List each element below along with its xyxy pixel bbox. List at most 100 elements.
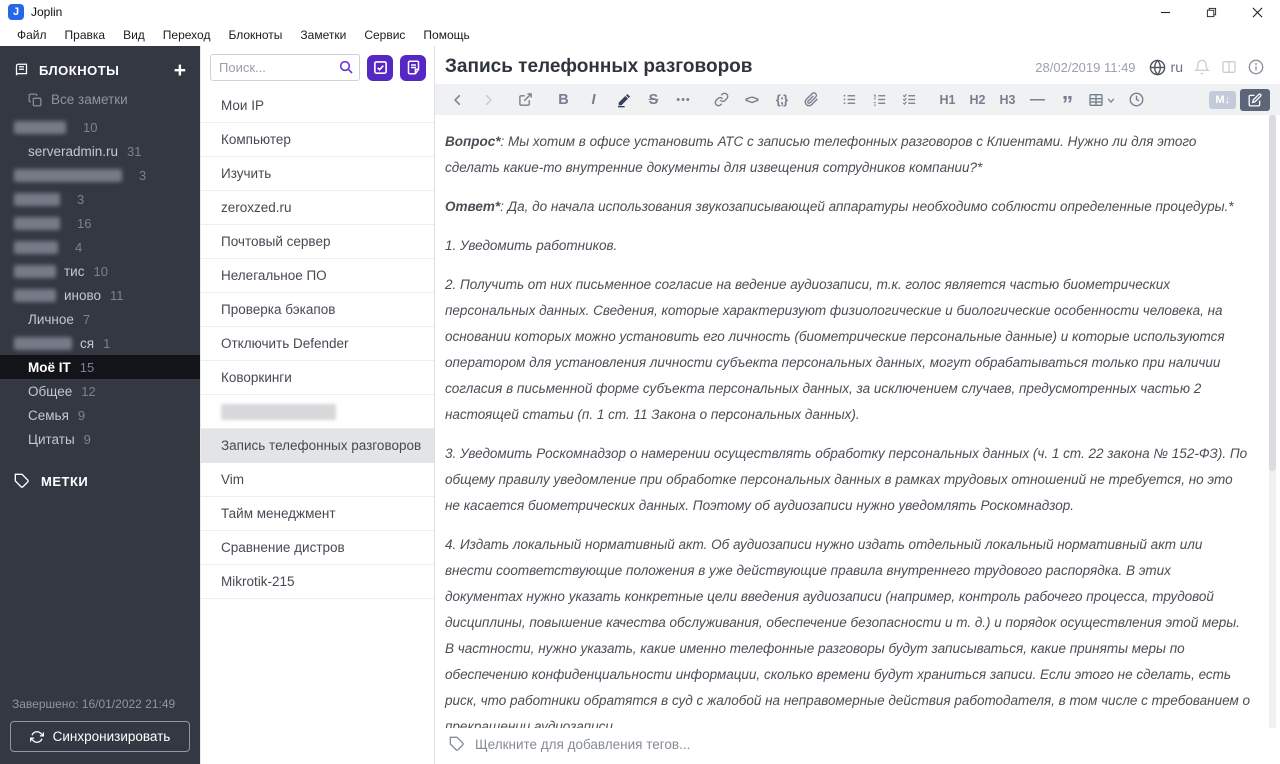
editor-scrollbar-thumb[interactable] xyxy=(1269,115,1276,471)
layout-columns-button[interactable] xyxy=(1221,59,1237,75)
more-formats-button[interactable]: ••• xyxy=(671,87,696,113)
note-list-item[interactable]: Изучить xyxy=(201,157,434,191)
note-list-item[interactable]: Тайм менеджмент xyxy=(201,497,434,531)
sidebar-notebook-item[interactable]: serveradmin.ru 31 xyxy=(0,139,200,163)
insert-table-button[interactable] xyxy=(1085,87,1119,113)
notebook-label: ся xyxy=(80,335,95,351)
sidebar-notebook-item[interactable]: тис 10 xyxy=(0,259,200,283)
notebook-count: 9 xyxy=(77,407,86,423)
note-list-item[interactable]: Запись телефонных разговоров xyxy=(201,429,434,463)
insert-datetime-button[interactable] xyxy=(1124,87,1149,113)
paperclip-icon xyxy=(804,92,818,107)
notebook-count: 16 xyxy=(77,215,92,231)
menu-item[interactable]: Правка xyxy=(56,25,115,45)
note-paragraph: 4. Издать локальный нормативный акт. Об … xyxy=(445,532,1250,728)
back-button[interactable] xyxy=(445,87,470,113)
italic-button[interactable]: I xyxy=(581,87,606,113)
all-notes-label: Все заметки xyxy=(51,92,128,107)
bold-button[interactable]: B xyxy=(551,87,576,113)
inline-code-button[interactable]: <> xyxy=(739,87,764,113)
checkbox-list-button[interactable] xyxy=(897,87,922,113)
hyperlink-button[interactable] xyxy=(709,87,734,113)
notebook-count: 9 xyxy=(83,431,91,447)
redacted-label xyxy=(14,120,66,134)
external-edit-button[interactable] xyxy=(513,87,538,113)
sync-icon xyxy=(29,730,44,743)
notebook-label: serveradmin.ru xyxy=(28,143,119,159)
paragraph-lead: Ответ* xyxy=(445,199,501,214)
menu-item[interactable]: Вид xyxy=(114,25,154,45)
sidebar-notebook-item[interactable]: 4 xyxy=(0,235,200,259)
blockquote-button[interactable]: ” xyxy=(1055,87,1080,116)
redacted-label xyxy=(14,240,58,254)
redacted-label xyxy=(14,336,72,350)
editor-scrollbar-track xyxy=(1269,115,1276,728)
horizontal-rule-button[interactable]: — xyxy=(1025,87,1050,113)
menu-item[interactable]: Помощь xyxy=(414,25,478,45)
minimize-button[interactable] xyxy=(1142,0,1188,24)
notebook-count: 10 xyxy=(93,263,108,279)
new-notebook-button[interactable]: + xyxy=(174,60,186,81)
attach-file-button[interactable] xyxy=(799,87,824,113)
strikethrough-button[interactable]: S xyxy=(641,87,666,113)
menu-item[interactable]: Сервис xyxy=(355,25,414,45)
sidebar-item-all-notes[interactable]: Все заметки xyxy=(0,86,200,113)
note-content[interactable]: Вопрос*: Мы хотим в офисе установить АТС… xyxy=(435,115,1280,728)
note-list-item[interactable]: Коворкинги xyxy=(201,361,434,395)
spellcheck-globe-button[interactable] xyxy=(1149,58,1166,76)
notebook-label: Семья xyxy=(28,407,69,423)
note-list-item[interactable]: Mikrotik-215 xyxy=(201,565,434,599)
heading3-button[interactable]: H3 xyxy=(995,87,1020,113)
sidebar-notebook-item[interactable]: 3 xyxy=(0,187,200,211)
tag-icon xyxy=(14,473,29,488)
note-list-item[interactable]: Компьютер xyxy=(201,123,434,157)
note-list-item[interactable]: Проверка бэкапов xyxy=(201,293,434,327)
heading1-button[interactable]: H1 xyxy=(935,87,960,113)
note-list-item[interactable]: Отключить Defender xyxy=(201,327,434,361)
note-list-item[interactable]: Мои IP xyxy=(201,89,434,123)
menu-item[interactable]: Заметки xyxy=(291,25,355,45)
menu-item[interactable]: Переход xyxy=(154,25,220,45)
close-button[interactable] xyxy=(1234,0,1280,24)
notebooks-header-label: БЛОКНОТЫ xyxy=(39,63,120,78)
note-list-item[interactable]: zeroxzed.ru xyxy=(201,191,434,225)
sidebar-notebook-item[interactable]: 3 xyxy=(0,163,200,187)
new-todo-button[interactable] xyxy=(367,54,393,81)
highlight-pen-button[interactable] xyxy=(611,87,636,113)
redacted-label xyxy=(14,192,60,206)
sidebar-notebook-item[interactable]: Семья 9 xyxy=(0,403,200,427)
sidebar-notebook-item[interactable]: Общее 12 xyxy=(0,379,200,403)
editor-view-toggle[interactable] xyxy=(1240,88,1270,111)
sidebar-notebook-item[interactable]: Моё IT 15 xyxy=(0,355,200,379)
sidebar-notebook-item[interactable]: 10 xyxy=(0,115,200,139)
external-link-icon xyxy=(519,93,532,106)
numbered-list-button[interactable] xyxy=(867,87,892,113)
notebook-count: 1 xyxy=(103,335,111,351)
note-list-item[interactable]: Vim xyxy=(201,463,434,497)
note-list-item[interactable]: Сравнение дистров xyxy=(201,531,434,565)
note-list-item[interactable]: Почтовый сервер xyxy=(201,225,434,259)
code-block-button[interactable]: {;} xyxy=(769,87,794,113)
sidebar-notebook-item[interactable]: иново 11 xyxy=(0,283,200,307)
note-properties-button[interactable] xyxy=(1248,59,1264,75)
pen-icon xyxy=(617,93,630,107)
menu-item[interactable]: Блокноты xyxy=(219,25,291,45)
tag-bar[interactable]: Щелкните для добавления тегов... xyxy=(435,728,1280,764)
heading2-button[interactable]: H2 xyxy=(965,87,990,113)
new-note-button[interactable] xyxy=(400,54,426,81)
sidebar-notebook-item[interactable]: Личное 7 xyxy=(0,307,200,331)
restore-button[interactable] xyxy=(1188,0,1234,24)
sidebar-notebook-item[interactable]: ся 1 xyxy=(0,331,200,355)
note-list-item[interactable]: Нелегальное ПО xyxy=(201,259,434,293)
sync-button[interactable]: Синхронизировать xyxy=(10,721,190,752)
tag-icon xyxy=(449,736,464,751)
note-list-item[interactable] xyxy=(201,395,434,429)
markdown-view-toggle[interactable]: M↓ xyxy=(1209,90,1236,109)
sidebar-notebook-item[interactable]: 16 xyxy=(0,211,200,235)
alarm-bell-button[interactable] xyxy=(1194,59,1210,75)
forward-button[interactable] xyxy=(475,87,500,113)
sidebar-notebook-item[interactable]: Цитаты 9 xyxy=(0,427,200,451)
bulleted-list-button[interactable] xyxy=(837,87,862,113)
menu-item[interactable]: Файл xyxy=(8,25,56,45)
note-title-label: Отключить Defender xyxy=(221,336,349,351)
